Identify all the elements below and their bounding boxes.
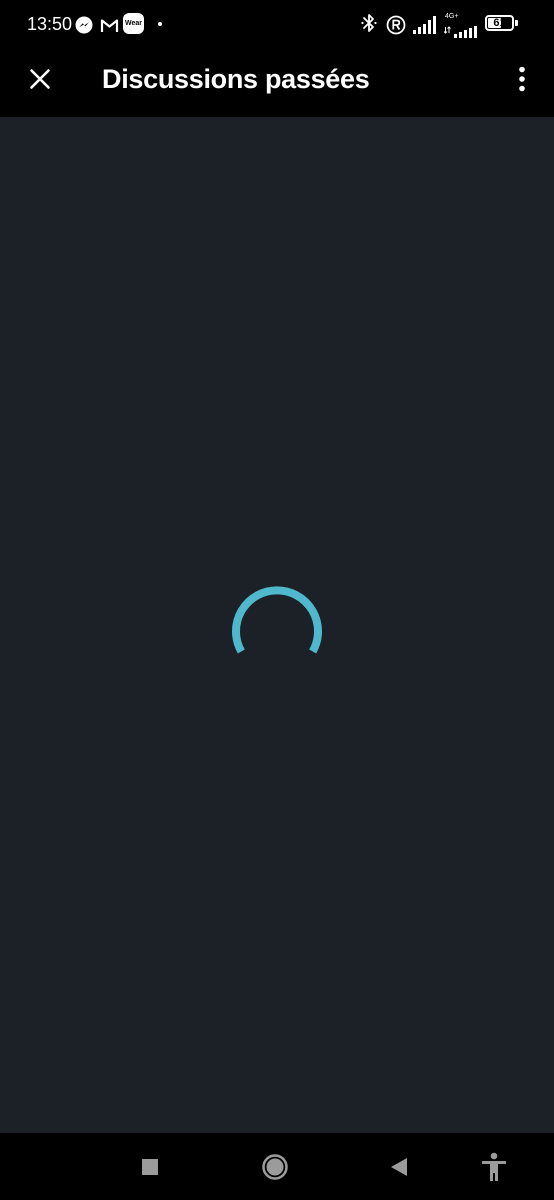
battery-icon: 61	[485, 15, 514, 31]
network-type-label: 4G+	[445, 13, 459, 20]
back-triangle-icon	[391, 1158, 407, 1176]
battery-nub	[515, 20, 518, 26]
loading-spinner-arc	[232, 586, 322, 654]
status-bar: 13:50 Wear 4G+ 61	[0, 0, 554, 48]
roaming-r-icon	[386, 15, 406, 35]
loading-spinner	[232, 586, 322, 654]
app-bar: Discussions passées	[0, 48, 554, 117]
battery-level: 61	[493, 17, 506, 29]
recents-square-icon	[142, 1159, 158, 1175]
system-nav-bar	[0, 1133, 554, 1200]
bluetooth-icon	[361, 14, 377, 32]
recents-button[interactable]	[126, 1143, 174, 1191]
status-time: 13:50	[27, 14, 73, 34]
signal-icon	[413, 16, 436, 34]
close-icon	[30, 69, 50, 89]
signal-icon	[444, 26, 477, 38]
page-title: Discussions passées	[102, 64, 370, 94]
gmail-icon	[100, 19, 119, 32]
messenger-icon	[75, 16, 93, 34]
home-circle-icon	[262, 1154, 288, 1180]
notification-dot	[158, 22, 162, 26]
discussions-content	[0, 117, 554, 1133]
home-button[interactable]	[251, 1143, 299, 1191]
more-vert-icon	[519, 66, 525, 92]
accessibility-button[interactable]	[470, 1143, 518, 1191]
back-button[interactable]	[375, 1143, 423, 1191]
more-options-button[interactable]	[500, 55, 544, 103]
wear-os-icon: Wear	[123, 13, 144, 34]
accessibility-icon	[482, 1152, 506, 1181]
close-button[interactable]	[16, 55, 64, 103]
